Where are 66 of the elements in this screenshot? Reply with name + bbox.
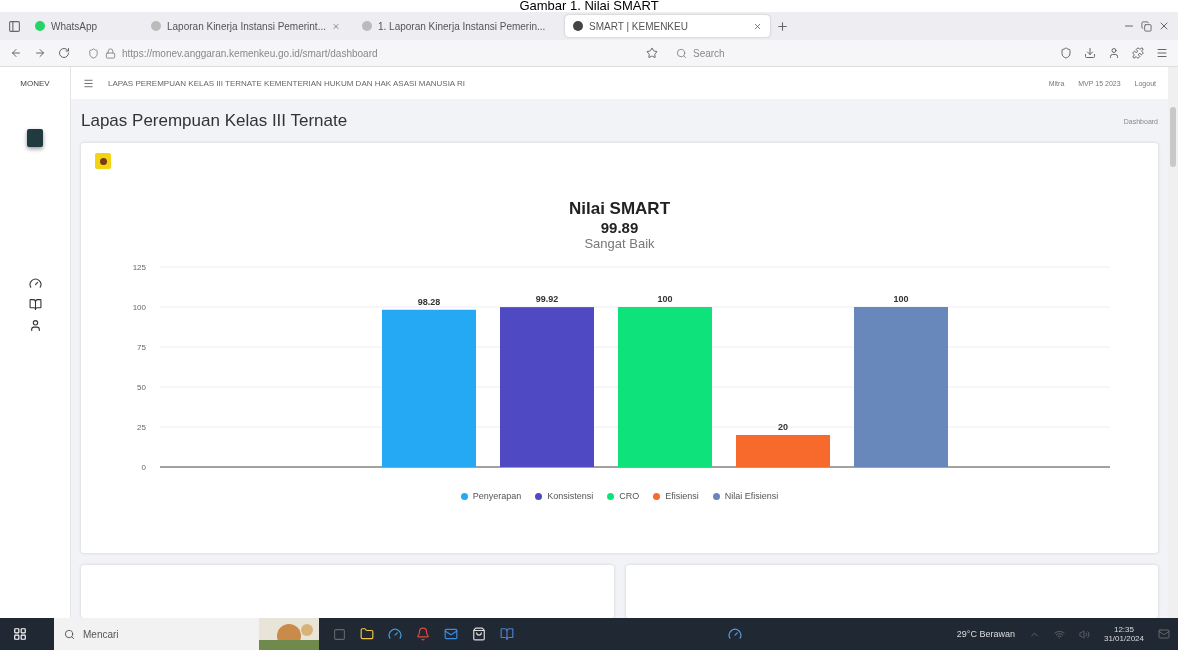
caption: Gambar 1. Nilai SMART (519, 0, 659, 12)
tab-favicon-icon (573, 21, 583, 31)
account-icon[interactable] (1108, 47, 1120, 59)
new-tab-icon[interactable] (776, 19, 789, 33)
sidebar-icon[interactable] (8, 19, 21, 33)
store-icon[interactable] (472, 627, 486, 641)
restore-icon[interactable] (1141, 20, 1152, 32)
pocket-icon[interactable] (1060, 47, 1072, 59)
legend-item[interactable]: Nilai Efisiensi (712, 491, 779, 501)
data-label: 98.28 (417, 296, 440, 307)
brand: MONEV (20, 77, 50, 90)
mail-icon[interactable] (444, 627, 458, 641)
extensions-icon[interactable] (1132, 47, 1144, 59)
legend-item[interactable]: Konsistensi (535, 491, 594, 501)
y-tick-label: 100 (132, 303, 146, 312)
weather-widget[interactable]: 29°C Berawan (956, 629, 1015, 639)
tab-favicon-icon (35, 21, 45, 31)
back-icon[interactable] (10, 47, 22, 59)
search-field[interactable]: Search (670, 43, 922, 63)
chart-title: Nilai SMART (567, 199, 672, 219)
address-field[interactable]: https://monev.anggaran.kemenkeu.go.id/smart/dashboard (82, 43, 634, 63)
browser-tab[interactable]: SMART | KEMENKEU (565, 15, 770, 37)
badge-icon (95, 153, 111, 169)
header-title: LAPAS PEREMPUAN KELAS III TERNATE KEMENTERIAN HUKUM DAN HAK ASASI MANUSIA RI (108, 78, 466, 88)
legend-item[interactable]: Efisiensi (653, 491, 699, 501)
close-icon[interactable] (753, 21, 762, 31)
menu-icon[interactable] (1156, 47, 1168, 59)
chart-rating: Sangat Baik (583, 236, 656, 251)
data-label: 20 (777, 422, 788, 432)
lock-icon (105, 47, 116, 59)
reload-icon[interactable] (58, 47, 70, 59)
y-tick-label: 50 (136, 383, 146, 392)
close-icon[interactable] (1158, 20, 1170, 32)
forward-icon[interactable] (34, 47, 46, 59)
y-tick-label: 75 (136, 343, 146, 352)
data-label: 99.92 (535, 294, 558, 305)
menu-icon[interactable] (83, 77, 94, 89)
taskbar-search-field[interactable]: Mencari (54, 618, 319, 650)
page-title: Lapas Perempuan Kelas III Ternate (81, 111, 349, 131)
wifi-icon[interactable] (1053, 628, 1065, 640)
document-icon[interactable] (500, 627, 514, 641)
data-label: 100 (657, 294, 672, 304)
y-tick-label: 25 (136, 423, 146, 432)
dashboard-icon[interactable] (28, 277, 42, 290)
folder-icon[interactable] (360, 627, 374, 641)
book-icon[interactable] (28, 298, 42, 311)
legend-item[interactable]: Penyerapan (460, 491, 522, 501)
task-view-icon[interactable] (333, 627, 346, 641)
y-tick-label: 0 (141, 463, 146, 472)
tab-favicon-icon (362, 21, 372, 31)
search-icon (64, 628, 75, 640)
shield-icon (88, 47, 99, 59)
chart-score: 99.89 (599, 219, 640, 236)
tab-favicon-icon (151, 21, 161, 31)
data-label: 100 (893, 294, 908, 304)
user-icon[interactable] (28, 319, 42, 332)
legend-item[interactable]: CRO (607, 491, 640, 501)
clock[interactable]: 12:35 31/01/2024 (1103, 625, 1144, 643)
search-icon (676, 47, 687, 59)
y-tick-label: 125 (132, 263, 146, 272)
bookmark-star-icon[interactable] (646, 47, 658, 59)
download-icon[interactable] (1084, 47, 1096, 59)
notification-icon[interactable] (1158, 628, 1170, 640)
logo-icon (27, 129, 43, 147)
browser-tab[interactable]: WhatsApp (27, 15, 137, 37)
browser-tab[interactable]: Laporan Kinerja Instansi Pemerint... (143, 15, 348, 37)
